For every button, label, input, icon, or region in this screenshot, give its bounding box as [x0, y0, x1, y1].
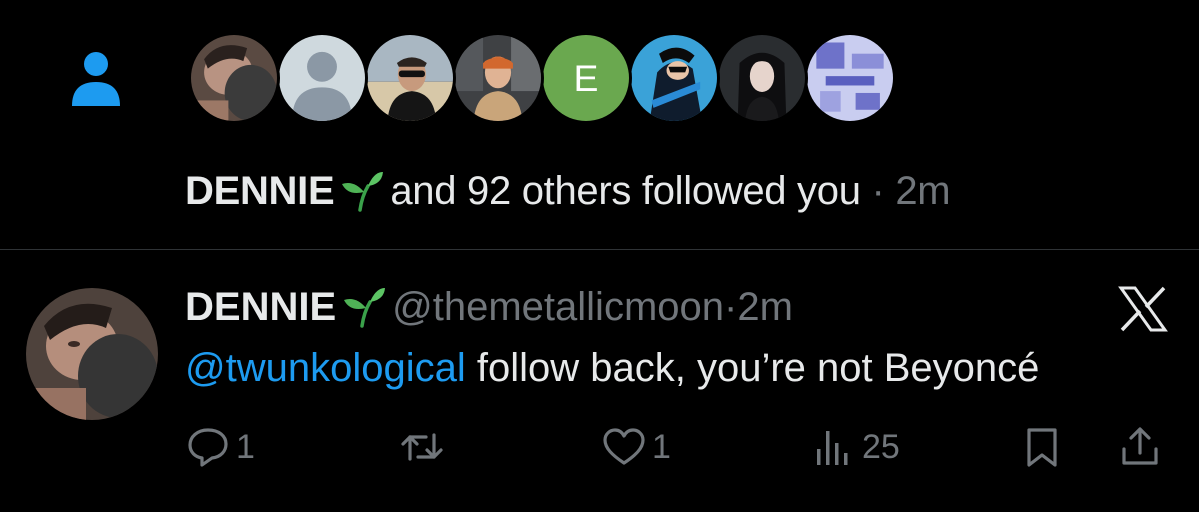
- reply-count: 1: [236, 427, 255, 466]
- views-button[interactable]: 25: [812, 422, 900, 472]
- author-name[interactable]: DENNIE: [185, 285, 336, 329]
- follower-avatar[interactable]: [628, 32, 720, 124]
- notification-time: 2m: [895, 169, 951, 213]
- avatar[interactable]: [26, 288, 158, 420]
- views-count: 25: [862, 427, 900, 466]
- follower-avatar[interactable]: [188, 32, 280, 124]
- follower-avatar-default[interactable]: [276, 32, 368, 124]
- repost-button[interactable]: [400, 422, 450, 472]
- time-separator: ·: [724, 285, 738, 329]
- follower-avatar[interactable]: [716, 32, 808, 124]
- share-icon: [1122, 427, 1158, 465]
- follower-name[interactable]: DENNIE: [185, 169, 335, 213]
- time-separator: ·: [871, 169, 885, 213]
- reply-icon: [188, 428, 228, 467]
- follower-avatar[interactable]: [452, 32, 544, 124]
- tweet-header: DENNIE @themetallicmoon·2m: [185, 282, 793, 331]
- tweet-text: @twunkological follow back, you’re not B…: [185, 344, 1039, 392]
- follower-avatar-stack: E: [188, 32, 928, 126]
- views-icon: [817, 431, 848, 465]
- tweet[interactable]: DENNIE @themetallicmoon·2m @twunkologica…: [0, 250, 1199, 512]
- avatar-letter: E: [574, 57, 599, 99]
- x-logo-icon: [1118, 286, 1168, 332]
- tweet-time[interactable]: 2m: [737, 285, 793, 329]
- reply-button[interactable]: 1: [186, 422, 255, 472]
- mention-link[interactable]: @twunkological: [185, 346, 466, 390]
- like-button[interactable]: 1: [602, 422, 671, 472]
- tweet-body-text: follow back, you’re not Beyoncé: [465, 346, 1040, 390]
- follow-message: and 92 others followed you: [390, 169, 861, 213]
- bookmark-icon: [1027, 428, 1057, 467]
- sprout-emoji: [342, 172, 384, 212]
- like-icon: [603, 428, 645, 465]
- follow-notification[interactable]: E DENNIE and 92 others followed you · 2m: [0, 0, 1199, 250]
- follower-avatar[interactable]: [364, 32, 456, 124]
- person-icon: [72, 52, 120, 106]
- follower-avatar-letter[interactable]: E: [540, 32, 632, 124]
- sprout-emoji: [344, 288, 386, 328]
- author-handle[interactable]: @themetallicmoon: [392, 285, 724, 329]
- follower-avatar[interactable]: [804, 32, 896, 124]
- repost-icon: [401, 433, 443, 461]
- share-button[interactable]: [1118, 422, 1162, 472]
- follow-summary: DENNIE and 92 others followed you · 2m: [185, 166, 951, 215]
- like-count: 1: [652, 427, 671, 466]
- bookmark-button[interactable]: [1020, 422, 1064, 472]
